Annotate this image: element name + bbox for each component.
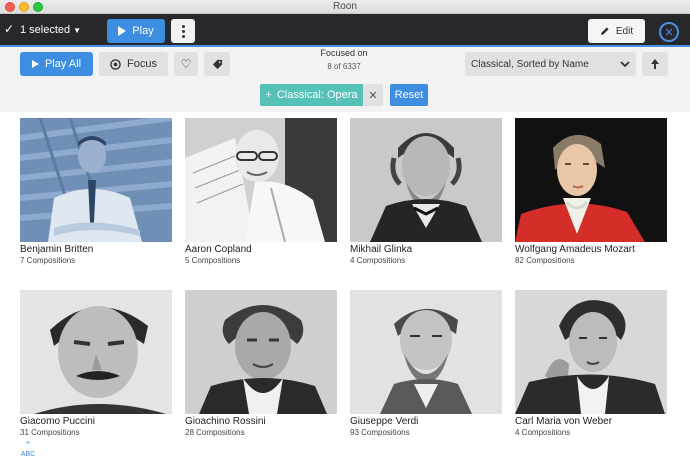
play-all-label: Play All — [44, 58, 82, 70]
close-icon: ✕ — [368, 89, 378, 102]
composer-card[interactable]: Giuseppe Verdi 93 Compositions — [350, 290, 502, 437]
selection-bar: ✓ 1 selected ▼ Play Edit ✕ — [0, 14, 690, 47]
filter-chip-label: Classical: Opera — [276, 89, 358, 101]
composer-photo[interactable] — [350, 118, 502, 242]
composition-count: 5 Compositions — [185, 256, 241, 265]
composer-photo[interactable] — [515, 290, 667, 414]
focus-button[interactable]: Focus — [99, 52, 168, 76]
more-dots-icon — [181, 24, 185, 28]
composer-name: Benjamin Britten — [20, 244, 94, 255]
aperture-icon — [110, 58, 121, 70]
composer-photo[interactable] — [20, 118, 172, 242]
chevron-down-icon — [620, 60, 630, 67]
play-label: Play — [132, 25, 154, 37]
composer-card[interactable]: Mikhail Glinka 4 Compositions — [350, 118, 502, 265]
composer-name: Giuseppe Verdi — [350, 416, 419, 427]
composer-card[interactable]: Carl Maria von Weber 4 Compositions — [515, 290, 667, 437]
composer-card[interactable]: Wolfgang Amadeus Mozart 82 Compositions — [515, 118, 667, 265]
alpha-jump-label: ABC — [20, 451, 36, 458]
composition-count: 31 Compositions — [20, 428, 80, 437]
check-icon: ✓ — [4, 22, 15, 36]
play-all-button[interactable]: Play All — [20, 52, 93, 76]
play-button[interactable]: Play — [107, 19, 165, 43]
tag-button[interactable] — [204, 52, 230, 76]
focused-count: 8 of 6337 — [327, 62, 361, 71]
pencil-icon — [600, 27, 609, 35]
reset-button[interactable]: Reset — [390, 84, 428, 106]
caret-up-icon: ⌃ — [24, 440, 32, 450]
composer-photo[interactable] — [350, 290, 502, 414]
composition-count: 93 Compositions — [350, 428, 410, 437]
close-icon: ✕ — [664, 26, 674, 39]
remove-filter-button[interactable]: ✕ — [363, 84, 383, 106]
composer-photo[interactable] — [185, 290, 337, 414]
sort-select[interactable]: Classical, Sorted by Name — [465, 52, 636, 76]
composition-count: 4 Compositions — [515, 428, 571, 437]
heart-icon: ♡ — [180, 57, 192, 71]
alpha-jump-button[interactable]: ⌃ ABC — [20, 440, 36, 458]
window-title: Roon — [333, 1, 357, 12]
play-icon — [118, 26, 127, 36]
roon-window: Roon ✓ 1 selected ▼ Play Edit ✕ Play All … — [0, 0, 690, 467]
sort-label: Classical, Sorted by Name — [471, 58, 589, 70]
arrow-up-icon — [651, 59, 659, 69]
composer-photo[interactable] — [20, 290, 172, 414]
close-selection-button[interactable]: ✕ — [659, 22, 679, 42]
composer-name: Giacomo Puccini — [20, 416, 96, 427]
composer-name: Mikhail Glinka — [350, 244, 413, 255]
composer-name: Gioachino Rossini — [185, 416, 266, 427]
composer-name: Carl Maria von Weber — [515, 416, 613, 427]
browse-toolbar: Play All Focus ♡ Focused on 8 of 6337 Cl… — [0, 47, 690, 112]
composer-name: Wolfgang Amadeus Mozart — [515, 244, 635, 255]
composer-card[interactable]: Gioachino Rossini 28 Compositions — [185, 290, 337, 437]
composer-card[interactable]: Benjamin Britten 7 Compositions — [20, 118, 172, 265]
edit-button[interactable]: Edit — [588, 19, 645, 43]
composition-count: 28 Compositions — [185, 428, 245, 437]
composition-count: 82 Compositions — [515, 256, 575, 265]
composition-count: 7 Compositions — [20, 256, 76, 265]
title-bar: Roon — [0, 0, 690, 14]
play-icon — [31, 60, 39, 68]
composer-photo[interactable] — [185, 118, 337, 242]
caret-down-icon: ▼ — [73, 26, 82, 35]
focused-label: Focused on — [320, 48, 368, 58]
sort-direction-button[interactable] — [642, 52, 668, 76]
composer-grid: Benjamin Britten 7 Compositions Aaron Co… — [0, 112, 690, 467]
favorite-button[interactable]: ♡ — [174, 52, 198, 76]
composer-name: Aaron Copland — [185, 244, 252, 255]
plus-icon: + — [265, 89, 272, 101]
composer-photo[interactable] — [515, 118, 667, 242]
tag-icon — [212, 59, 222, 69]
selection-dropdown[interactable]: 1 selected ▼ — [20, 24, 81, 36]
more-options-button[interactable] — [171, 19, 195, 43]
composer-card[interactable]: Giacomo Puccini 31 Compositions — [20, 290, 172, 437]
edit-label: Edit — [615, 25, 634, 37]
focus-label: Focus — [127, 58, 157, 70]
composition-count: 4 Compositions — [350, 256, 406, 265]
composer-card[interactable]: Aaron Copland 5 Compositions — [185, 118, 337, 265]
filter-chip-classical-opera[interactable]: + Classical: Opera — [260, 84, 363, 106]
